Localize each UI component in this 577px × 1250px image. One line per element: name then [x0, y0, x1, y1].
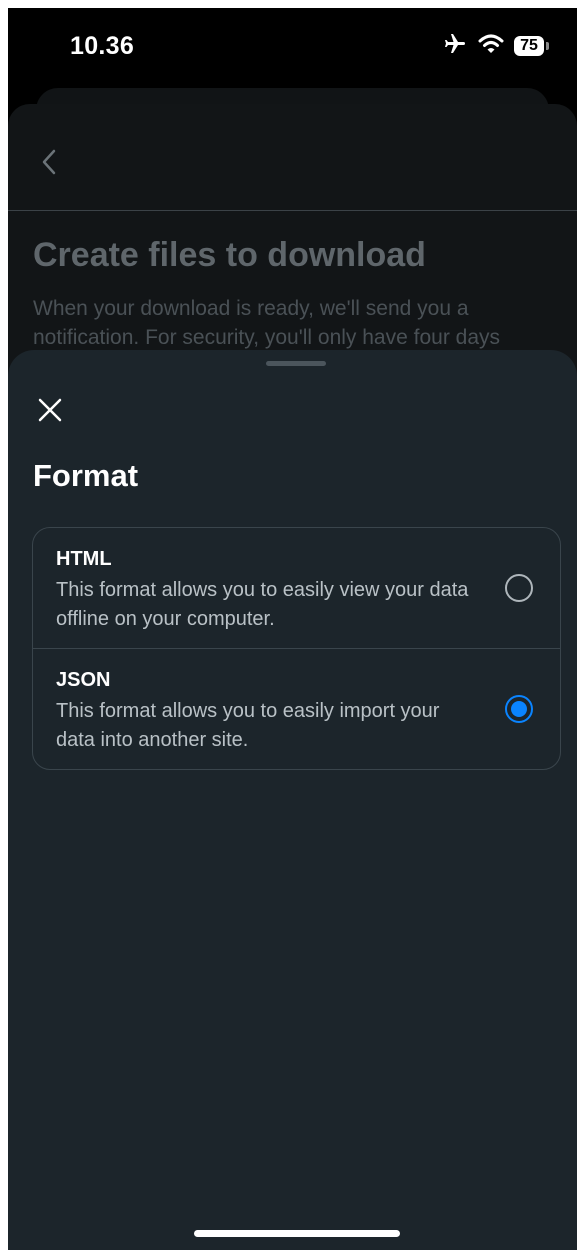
radio-json[interactable]: [505, 695, 533, 723]
page-description: When your download is ready, we'll send …: [33, 297, 501, 349]
back-button[interactable]: [34, 144, 64, 184]
status-time: 10.36: [70, 32, 135, 60]
battery-level: 75: [514, 36, 544, 56]
format-option-json[interactable]: JSON This format allows you to easily im…: [33, 649, 560, 769]
option-description: This format allows you to easily view yo…: [56, 579, 469, 630]
close-icon: [37, 397, 63, 428]
battery-cap: [546, 42, 549, 50]
sheet-title: Format: [33, 458, 139, 493]
chevron-left-icon: [41, 148, 57, 181]
format-options: HTML This format allows you to easily vi…: [32, 527, 561, 770]
option-title: HTML: [56, 548, 112, 570]
home-indicator[interactable]: [194, 1230, 400, 1237]
status-icons: 75: [442, 32, 549, 60]
close-button[interactable]: [32, 394, 68, 430]
phone-screen: 10.36 75 Create files to download When y…: [8, 8, 577, 1250]
wifi-icon: [478, 33, 504, 60]
page-title: Create files to download: [33, 236, 426, 274]
option-title: JSON: [56, 669, 111, 691]
page-divider: [8, 210, 577, 211]
airplane-icon: [442, 32, 468, 61]
format-bottom-sheet: Format HTML This format allows you to ea…: [8, 350, 577, 1250]
format-option-html[interactable]: HTML This format allows you to easily vi…: [33, 528, 560, 648]
battery-icon: 75: [514, 36, 549, 56]
option-description: This format allows you to easily import …: [56, 700, 440, 751]
drag-handle[interactable]: [266, 361, 326, 366]
radio-html[interactable]: [505, 574, 533, 602]
status-bar: 10.36 75: [8, 8, 577, 88]
